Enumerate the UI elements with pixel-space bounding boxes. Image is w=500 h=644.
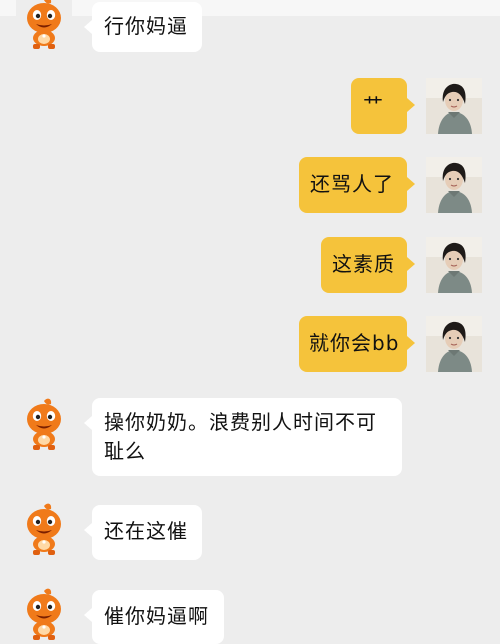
message-bubble[interactable]: 还在这催 [84, 505, 202, 560]
message-text: 催你妈逼啊 [104, 604, 209, 628]
orange-mascot-avatar-icon [27, 398, 61, 450]
message-text: 行你妈逼 [104, 14, 188, 38]
message-text: 还在这催 [104, 519, 188, 543]
message-bubble[interactable]: 行你妈逼 [84, 2, 202, 52]
message-bubble[interactable]: 艹 [351, 78, 415, 134]
bot-avatar[interactable] [16, 585, 72, 641]
message-bubble[interactable]: 还骂人了 [299, 157, 415, 213]
message-bubble[interactable]: 就你会bb [299, 316, 415, 372]
user-avatar[interactable] [426, 316, 482, 372]
message-text: 就你会bb [309, 331, 400, 355]
message-text: 艹 [363, 93, 384, 117]
message-text: 操你奶奶。浪费别人时间不可耻么 [104, 410, 377, 463]
message-bubble[interactable]: 操你奶奶。浪费别人时间不可耻么 [84, 398, 402, 476]
orange-mascot-avatar-icon [27, 588, 61, 640]
user-photo-avatar [426, 78, 482, 134]
user-photo-avatar [426, 157, 482, 213]
message-bubble[interactable]: 这素质 [321, 237, 415, 293]
user-avatar[interactable] [426, 237, 482, 293]
bot-avatar[interactable] [16, 0, 72, 50]
orange-mascot-avatar-icon [27, 0, 61, 50]
bot-avatar[interactable] [16, 500, 72, 556]
user-photo-avatar [426, 316, 482, 372]
bot-avatar[interactable] [16, 395, 72, 451]
message-bubble[interactable]: 催你妈逼啊 [84, 590, 224, 644]
user-avatar[interactable] [426, 157, 482, 213]
orange-mascot-avatar-icon [27, 503, 61, 555]
status-bar [0, 0, 500, 16]
user-avatar[interactable] [426, 78, 482, 134]
message-text: 还骂人了 [310, 172, 394, 196]
user-photo-avatar [426, 237, 482, 293]
message-text: 这素质 [332, 252, 395, 276]
